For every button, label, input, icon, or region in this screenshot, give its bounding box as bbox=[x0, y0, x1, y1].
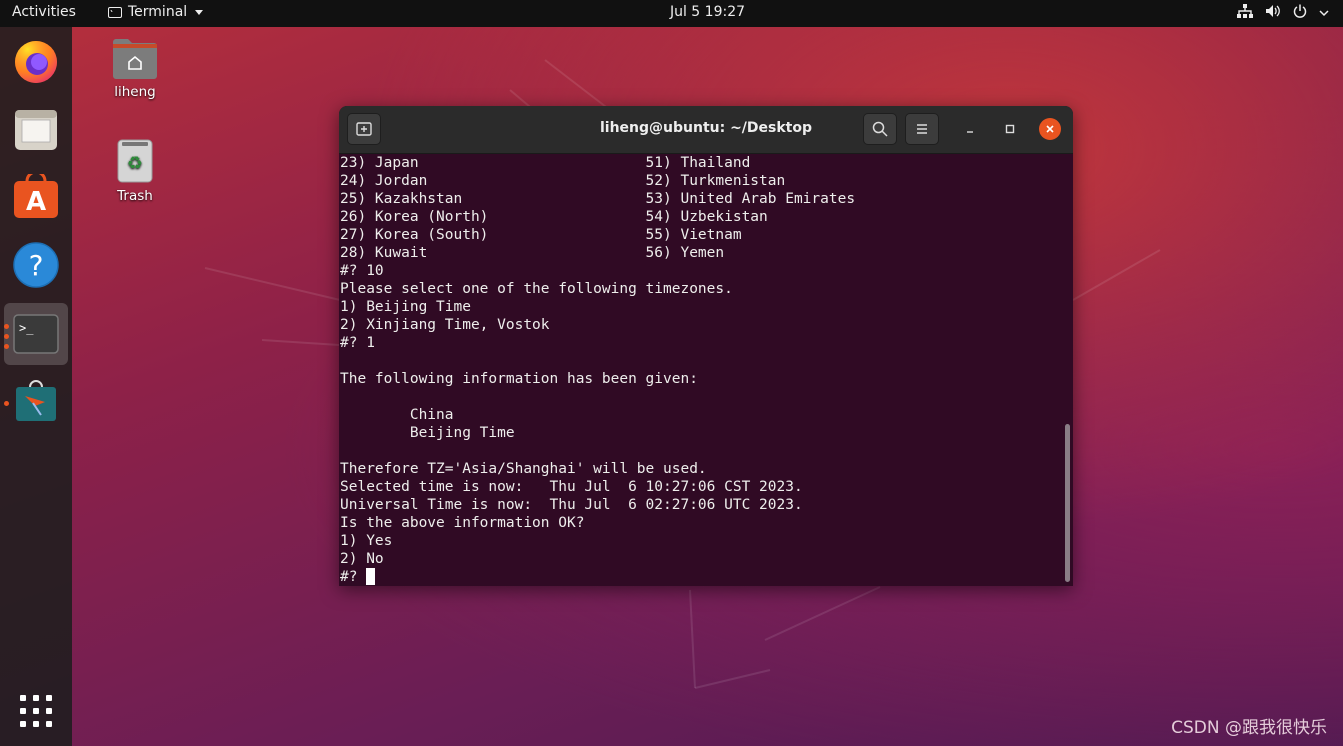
terminal-line: Therefore TZ='Asia/Shanghai' will be use… bbox=[340, 461, 707, 477]
desktop-icon-home[interactable]: liheng bbox=[100, 36, 170, 100]
running-indicator bbox=[4, 324, 9, 329]
software-icon: A bbox=[14, 174, 58, 218]
terminal-line: Is the above information OK? bbox=[340, 515, 585, 531]
desktop-icon-trash[interactable]: ♻ Trash bbox=[100, 138, 170, 204]
desktop-icon-label: liheng bbox=[114, 84, 156, 100]
help-icon: ? bbox=[13, 242, 59, 288]
maximize-icon bbox=[1005, 124, 1015, 134]
home-folder-icon bbox=[113, 39, 157, 79]
svg-text:A: A bbox=[26, 187, 46, 217]
terminal-line: 1) Yes bbox=[340, 533, 393, 549]
grid-icon bbox=[20, 695, 52, 727]
clock[interactable]: Jul 5 19:27 bbox=[0, 4, 1343, 20]
terminal-line: 27) Korea (South) 55) Vietnam bbox=[340, 227, 742, 243]
maximize-button[interactable] bbox=[999, 118, 1021, 140]
terminal-line: #? 10 bbox=[340, 263, 384, 279]
running-indicator bbox=[4, 344, 9, 349]
svg-text:♻: ♻ bbox=[127, 153, 143, 174]
terminal-line: 1) Beijing Time bbox=[340, 299, 471, 315]
dock-help[interactable]: ? bbox=[12, 241, 60, 289]
terminal-line: Beijing Time bbox=[340, 425, 515, 441]
dock-software[interactable]: A bbox=[12, 173, 60, 221]
trash-icon: ♻ bbox=[117, 139, 153, 183]
power-icon[interactable] bbox=[1293, 4, 1307, 22]
dock: A ? >_ bbox=[0, 27, 72, 746]
terminal-line: 2) Xinjiang Time, Vostok bbox=[340, 317, 550, 333]
terminal-line: 25) Kazakhstan 53) United Arab Emirates bbox=[340, 191, 856, 207]
files-icon bbox=[15, 110, 57, 150]
terminal-line: 24) Jordan 52) Turkmenistan bbox=[340, 173, 786, 189]
close-button[interactable] bbox=[1039, 118, 1061, 140]
terminal-line: 28) Kuwait 56) Yemen bbox=[340, 245, 725, 261]
top-bar: Activities Terminal Jul 5 19:27 bbox=[0, 0, 1343, 27]
terminal-line: Selected time is now: Thu Jul 6 10:27:06… bbox=[340, 479, 803, 495]
search-button[interactable] bbox=[863, 113, 897, 145]
network-icon[interactable] bbox=[1237, 4, 1253, 22]
firefox-icon bbox=[15, 41, 57, 83]
terminal-prompt: #? bbox=[340, 569, 367, 585]
dock-terminal[interactable]: >_ bbox=[4, 303, 68, 365]
show-applications-button[interactable] bbox=[12, 687, 60, 735]
terminal-line: China bbox=[340, 407, 454, 423]
volume-icon[interactable] bbox=[1265, 4, 1281, 22]
installer-icon bbox=[16, 380, 56, 421]
system-tray[interactable] bbox=[1237, 4, 1329, 22]
desktop-icon-label: Trash bbox=[117, 188, 153, 204]
terminal-output[interactable]: 23) Japan 51) Thailand 24) Jordan 52) Tur… bbox=[340, 154, 1060, 586]
terminal-line: Please select one of the following timez… bbox=[340, 281, 733, 297]
svg-text:?: ? bbox=[29, 249, 44, 282]
minimize-icon bbox=[967, 131, 973, 133]
terminal-line: Universal Time is now: Thu Jul 6 02:27:0… bbox=[340, 497, 803, 513]
terminal-line: The following information has been given… bbox=[340, 371, 698, 387]
svg-text:>_: >_ bbox=[19, 321, 34, 335]
close-icon bbox=[1046, 125, 1054, 133]
terminal-line: 23) Japan 51) Thailand bbox=[340, 155, 751, 171]
title-bar[interactable]: liheng@ubuntu: ~/Desktop bbox=[339, 106, 1073, 154]
terminal-icon: >_ bbox=[13, 314, 59, 354]
terminal-window[interactable]: liheng@ubuntu: ~/Desktop 23) Japan 51) T… bbox=[339, 106, 1073, 586]
terminal-line: 26) Korea (North) 54) Uzbekistan bbox=[340, 209, 768, 225]
running-indicator bbox=[4, 401, 9, 406]
dock-firefox[interactable] bbox=[12, 37, 60, 85]
watermark: CSDN @跟我很快乐 bbox=[1171, 718, 1327, 738]
search-icon bbox=[872, 121, 888, 137]
terminal-line: #? 1 bbox=[340, 335, 375, 351]
dock-installer[interactable] bbox=[12, 377, 60, 425]
scrollbar[interactable] bbox=[1065, 424, 1070, 582]
dock-files[interactable] bbox=[12, 105, 60, 153]
menu-button[interactable] bbox=[905, 113, 939, 145]
minimize-button[interactable] bbox=[959, 118, 981, 140]
chevron-down-icon[interactable] bbox=[1319, 5, 1329, 21]
terminal-prompt-line[interactable]: #? bbox=[340, 568, 1060, 586]
text-cursor bbox=[366, 568, 376, 585]
running-indicator bbox=[4, 334, 9, 339]
terminal-line: 2) No bbox=[340, 551, 384, 567]
hamburger-icon bbox=[917, 124, 927, 134]
